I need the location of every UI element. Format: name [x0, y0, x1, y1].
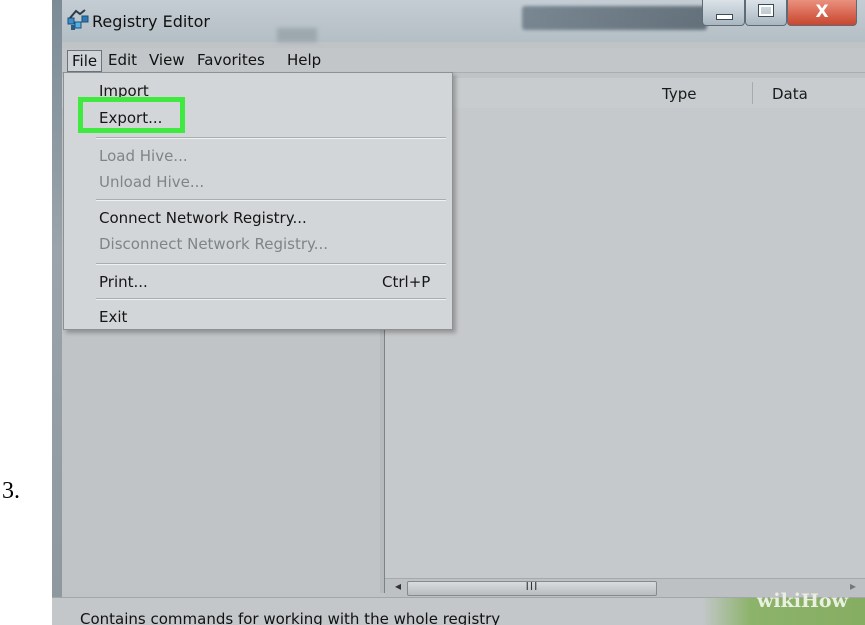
- menu-separator: [96, 199, 446, 201]
- scroll-thumb[interactable]: III: [407, 580, 657, 596]
- wikihow-watermark: wikiHow: [702, 590, 865, 625]
- menu-separator: [96, 298, 446, 300]
- column-header-data[interactable]: Data: [772, 85, 808, 103]
- menu-bar: File Edit View Favorites Help: [62, 48, 865, 73]
- menu-separator: [96, 137, 446, 139]
- menu-item-load-hive: Load Hive...: [99, 147, 188, 165]
- scroll-left-arrow-icon[interactable]: ◂: [395, 579, 401, 593]
- title-bar[interactable]: Registry Editor X: [62, 0, 865, 42]
- scroll-right-arrow-icon[interactable]: ▸: [850, 579, 856, 593]
- menu-view[interactable]: View: [145, 50, 189, 70]
- print-shortcut: Ctrl+P: [382, 273, 431, 291]
- menu-item-connect-network-registry[interactable]: Connect Network Registry...: [99, 209, 307, 227]
- menu-favorites[interactable]: Favorites: [193, 50, 269, 70]
- column-divider[interactable]: [752, 82, 753, 104]
- window-title: Registry Editor: [92, 12, 210, 31]
- window-edge: [52, 0, 62, 625]
- menu-separator: [96, 263, 446, 265]
- status-text: Contains commands for working with the w…: [80, 610, 501, 625]
- background-window-blur: [522, 6, 707, 30]
- minimize-icon: [716, 14, 733, 20]
- status-bar: Contains commands for working with the w…: [52, 590, 865, 625]
- menu-item-unload-hive: Unload Hive...: [99, 173, 205, 191]
- step-number: 3.: [2, 478, 20, 504]
- menu-item-exit[interactable]: Exit: [99, 308, 127, 326]
- registry-values-pane[interactable]: [385, 108, 865, 578]
- menu-item-disconnect-network-registry: Disconnect Network Registry...: [99, 235, 329, 253]
- maximize-icon: [758, 4, 774, 17]
- scroll-grip: III: [525, 580, 539, 593]
- maximize-button[interactable]: [745, 0, 787, 26]
- menu-edit[interactable]: Edit: [104, 50, 141, 70]
- export-highlight-box: [78, 97, 185, 133]
- close-button[interactable]: X: [787, 0, 857, 26]
- menu-help[interactable]: Help: [283, 50, 325, 70]
- background-window-fragment: [277, 28, 317, 42]
- menu-file[interactable]: File: [67, 50, 103, 72]
- column-header-type[interactable]: Type: [662, 85, 696, 103]
- wikihow-logo: wikiHow: [757, 590, 848, 612]
- close-icon: X: [815, 2, 829, 22]
- minimize-button[interactable]: [702, 0, 745, 26]
- menu-item-print[interactable]: Print...: [99, 273, 148, 291]
- registry-editor-icon: [67, 9, 89, 30]
